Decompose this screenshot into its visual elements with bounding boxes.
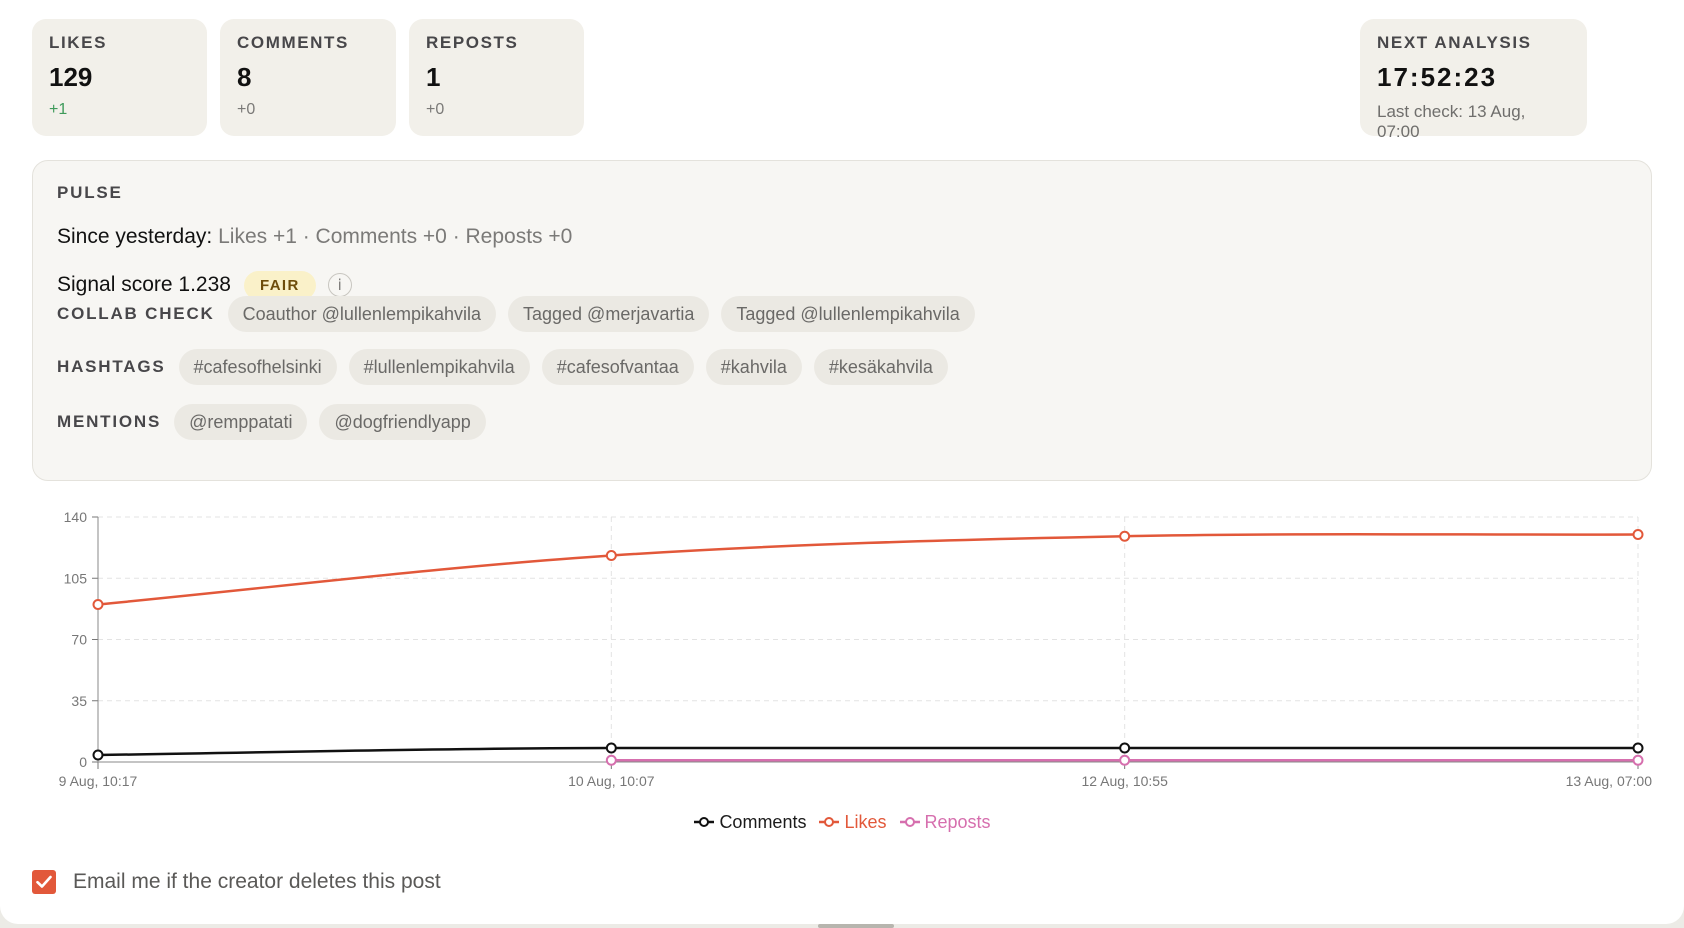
next-analysis-countdown: 17:52:23 [1377,62,1498,92]
hashtag-chip[interactable]: #kahvila [705,349,802,385]
likes-label: LIKES [49,33,108,52]
info-icon[interactable]: i [327,273,352,297]
x-tick-label: 9 Aug, 10:17 [59,773,138,789]
collab-chip[interactable]: Tagged @merjavartia [508,296,710,332]
hashtag-chip[interactable]: #lullenlempikahvila [348,349,530,385]
y-tick-label: 70 [71,632,87,648]
next-analysis-card: NEXT ANALYSIS 17:52:23 Last check: 13 Au… [1360,19,1587,141]
hashtags-label: HASHTAGS [57,357,166,376]
y-tick-label: 35 [71,693,87,709]
checkmark-icon [36,875,52,888]
last-check-text: Last check: 13 Aug, 07:00 [1377,102,1526,141]
since-values: Likes +1 · Comments +0 · Reposts +0 [218,225,573,248]
reposts-delta: +0 [426,101,445,118]
legend-item-comments[interactable]: Comments [693,812,806,833]
comments-delta: +0 [237,101,256,118]
hashtag-chip[interactable]: #kesäkahvila [813,349,948,385]
comments-line [97,746,1638,757]
likes-point [605,550,617,561]
mentions-label: MENTIONS [57,412,162,431]
reposts-point [1632,754,1644,766]
legend-item-likes[interactable]: Likes [818,811,887,833]
y-tick-label: 105 [64,570,88,586]
likes-point [1119,530,1131,542]
hashtags-row: HASHTAGS #cafesofhelsinki #lullenlempika… [57,349,960,385]
legend-label: Comments [719,811,807,832]
collab-check-label: COLLAB CHECK [57,304,215,323]
likes-delta: +1 [49,101,68,118]
email-option-row[interactable]: Email me if the creator deletes this pos… [32,868,441,896]
reposts-value: 1 [426,62,441,92]
engagement-chart: 0 35 70 105 140 9 Aug, 10:17 10 Aug, 10:07 12 A… [0,500,1684,840]
email-checkbox[interactable] [32,870,56,894]
legend-label: Likes [844,811,887,832]
since-label: Since yesterday: [57,225,213,248]
hashtag-chip[interactable]: #cafesofvantaa [541,349,694,385]
likes-line [97,533,1639,606]
engagement-chart-svg: 0 35 70 105 140 9 Aug, 10:17 10 Aug, 10:07 12 A… [59,509,1653,789]
likes-point [92,599,104,610]
legend-marker-icon [899,817,920,827]
collab-chip[interactable]: Tagged @lullenlempikahvila [721,296,975,332]
legend-label: Reposts [924,811,991,832]
pulse-title: PULSE [57,183,123,202]
since-yesterday: Since yesterday: Likes +1 · Comments +0 … [57,225,572,249]
collab-chip[interactable]: Coauthor @lullenlempikahvila [227,296,496,332]
likes-card: LIKES 129 +1 [32,19,207,136]
legend-marker-icon [694,817,715,827]
reposts-label: REPOSTS [426,33,519,52]
comments-point [1632,742,1644,754]
reposts-card: REPOSTS 1 +0 [409,19,584,136]
hashtag-chip[interactable]: #cafesofhelsinki [178,349,337,385]
comments-point [92,749,104,761]
y-tick-label: 0 [79,754,87,770]
mention-chip[interactable]: @remppatati [174,404,308,440]
pulse-section: PULSE Since yesterday: Likes +1 · Commen… [32,160,1652,481]
x-tick-label: 10 Aug, 10:07 [568,773,655,789]
chart-legend: Comments Likes Reposts [0,810,1684,834]
comments-label: COMMENTS [237,33,349,52]
mentions-row: MENTIONS @remppatati @dogfriendlyapp [57,404,498,440]
collab-check-row: COLLAB CHECK Coauthor @lullenlempikahvil… [57,296,987,332]
comments-card: COMMENTS 8 +0 [220,19,396,136]
reposts-point [1119,754,1131,766]
comments-point [605,742,617,754]
post-stats-panel: LIKES 129 +1 COMMENTS 8 +0 REPOSTS 1 +0 … [0,0,1684,924]
x-tick-label: 12 Aug, 10:55 [1081,773,1168,789]
signal-score-label: Signal score 1.238 [57,273,231,296]
likes-value: 129 [49,62,93,92]
next-analysis-label: NEXT ANALYSIS [1377,33,1532,52]
legend-item-reposts[interactable]: Reposts [899,812,991,833]
reposts-point [605,754,617,766]
comments-point [1119,742,1131,754]
y-tick-label: 140 [64,509,88,525]
scroll-handle[interactable] [818,924,894,928]
mention-chip[interactable]: @dogfriendlyapp [319,404,486,440]
comments-value: 8 [237,62,252,92]
x-tick-label: 13 Aug, 07:00 [1566,773,1653,789]
legend-marker-icon [819,817,840,827]
email-option-label: Email me if the creator deletes this pos… [73,870,441,893]
likes-point [1632,529,1644,540]
